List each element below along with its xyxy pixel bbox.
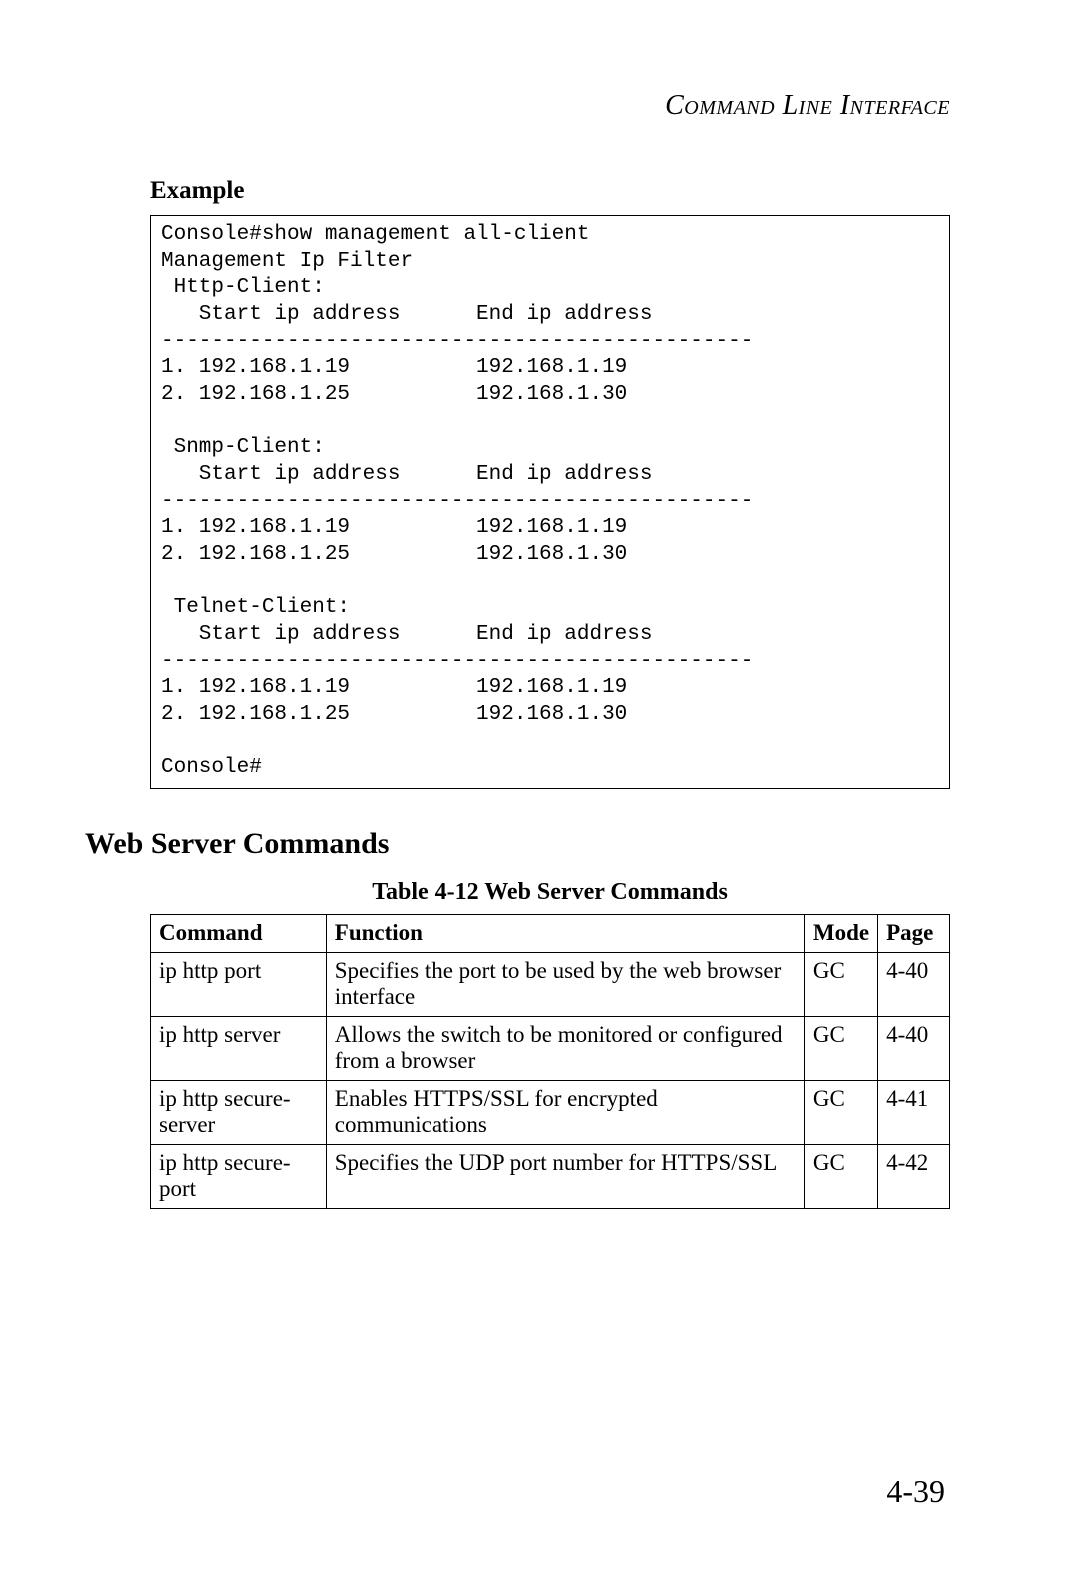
cell-mode: GC — [804, 1016, 877, 1080]
cell-mode: GC — [804, 1080, 877, 1144]
cell-page: 4-41 — [878, 1080, 950, 1144]
cell-mode: GC — [804, 952, 877, 1016]
page-number: 4-39 — [886, 1473, 945, 1510]
col-mode: Mode — [804, 914, 877, 952]
running-head: Command Line Interface — [150, 90, 950, 122]
col-command: Command — [151, 914, 327, 952]
cell-command: ip http secure-port — [151, 1144, 327, 1208]
table-row: ip http port Specifies the port to be us… — [151, 952, 950, 1016]
example-label: Example — [150, 177, 950, 205]
table-header-row: Command Function Mode Page — [151, 914, 950, 952]
section-heading: Web Server Commands — [85, 827, 950, 861]
col-function: Function — [326, 914, 804, 952]
table-row: ip http server Allows the switch to be m… — [151, 1016, 950, 1080]
cell-page: 4-40 — [878, 1016, 950, 1080]
table-caption: Table 4-12 Web Server Commands — [150, 879, 950, 906]
console-output: Console#show management all-client Manag… — [150, 215, 950, 789]
table-row: ip http secure-port Specifies the UDP po… — [151, 1144, 950, 1208]
cell-function: Allows the switch to be monitored or con… — [326, 1016, 804, 1080]
col-page: Page — [878, 914, 950, 952]
cell-function: Enables HTTPS/SSL for encrypted communic… — [326, 1080, 804, 1144]
web-server-commands-table: Command Function Mode Page ip http port … — [150, 914, 950, 1209]
cell-command: ip http server — [151, 1016, 327, 1080]
cell-function: Specifies the port to be used by the web… — [326, 952, 804, 1016]
cell-function: Specifies the UDP port number for HTTPS/… — [326, 1144, 804, 1208]
cell-mode: GC — [804, 1144, 877, 1208]
cell-page: 4-42 — [878, 1144, 950, 1208]
cell-page: 4-40 — [878, 952, 950, 1016]
cell-command: ip http port — [151, 952, 327, 1016]
table-row: ip http secure-server Enables HTTPS/SSL … — [151, 1080, 950, 1144]
cell-command: ip http secure-server — [151, 1080, 327, 1144]
